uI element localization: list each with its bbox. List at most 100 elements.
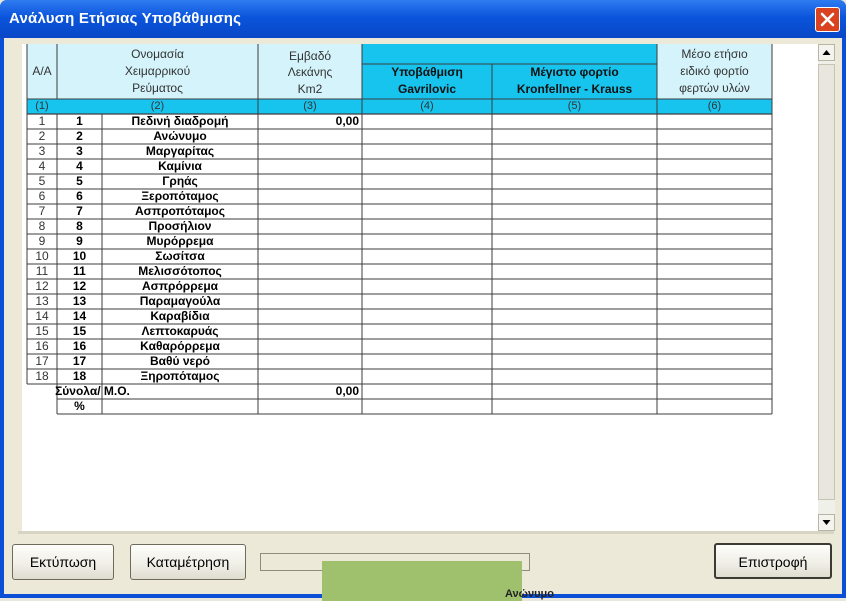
- row-value-cell[interactable]: [362, 324, 492, 339]
- row-value-cell[interactable]: [362, 279, 492, 294]
- row-value-cell[interactable]: [492, 309, 657, 324]
- row-name[interactable]: Καραβίδια: [102, 309, 258, 324]
- row-value-cell[interactable]: [362, 264, 492, 279]
- row-area[interactable]: [258, 249, 359, 264]
- row-value-cell[interactable]: [362, 189, 492, 204]
- row-name[interactable]: Πεδινή διαδρομή: [102, 114, 258, 129]
- spreadsheet-grid[interactable]: Α/Α Ονομασία Χειμαρρικού Ρεύματος Εμβαδό Λεκά…: [22, 44, 818, 532]
- row-value-cell[interactable]: [362, 204, 492, 219]
- row-value-cell[interactable]: [657, 369, 772, 384]
- row-area[interactable]: [258, 174, 359, 189]
- row-area[interactable]: [258, 129, 359, 144]
- row-value-cell[interactable]: [492, 204, 657, 219]
- row-value-cell[interactable]: [492, 159, 657, 174]
- row-value-cell[interactable]: [657, 324, 772, 339]
- scroll-up-button[interactable]: [818, 44, 835, 61]
- row-code[interactable]: 3: [57, 144, 102, 159]
- row-value-cell[interactable]: [657, 144, 772, 159]
- row-value-cell[interactable]: [492, 264, 657, 279]
- row-name[interactable]: Λεπτοκαρυάς: [102, 324, 258, 339]
- row-code[interactable]: 8: [57, 219, 102, 234]
- row-code[interactable]: 7: [57, 204, 102, 219]
- row-code[interactable]: 12: [57, 279, 102, 294]
- row-code[interactable]: 11: [57, 264, 102, 279]
- vertical-scrollbar[interactable]: [818, 44, 835, 532]
- row-name[interactable]: Ξηροπόταμος: [102, 369, 258, 384]
- row-value-cell[interactable]: [657, 264, 772, 279]
- row-value-cell[interactable]: [362, 174, 492, 189]
- row-name[interactable]: Βαθύ νερό: [102, 354, 258, 369]
- row-value-cell[interactable]: [657, 204, 772, 219]
- row-value-cell[interactable]: [657, 339, 772, 354]
- row-name[interactable]: Ξεροπόταμος: [102, 189, 258, 204]
- row-code[interactable]: 13: [57, 294, 102, 309]
- row-area[interactable]: [258, 294, 359, 309]
- row-area[interactable]: [258, 159, 359, 174]
- row-area[interactable]: [258, 309, 359, 324]
- row-value-cell[interactable]: [362, 219, 492, 234]
- row-area[interactable]: [258, 219, 359, 234]
- row-name[interactable]: Μελισσότοπος: [102, 264, 258, 279]
- row-name[interactable]: Προσήλιον: [102, 219, 258, 234]
- row-name[interactable]: Μυρόρρεμα: [102, 234, 258, 249]
- row-name[interactable]: Ασπρόρρεμα: [102, 279, 258, 294]
- print-button[interactable]: Εκτύπωση: [12, 544, 114, 580]
- row-value-cell[interactable]: [492, 189, 657, 204]
- row-code[interactable]: 16: [57, 339, 102, 354]
- row-value-cell[interactable]: [492, 144, 657, 159]
- row-value-cell[interactable]: [657, 279, 772, 294]
- row-name[interactable]: Καθαρόρρεμα: [102, 339, 258, 354]
- row-area[interactable]: [258, 234, 359, 249]
- row-value-cell[interactable]: [657, 234, 772, 249]
- row-value-cell[interactable]: [492, 294, 657, 309]
- return-button[interactable]: Επιστροφή: [714, 543, 832, 579]
- row-value-cell[interactable]: [657, 309, 772, 324]
- row-value-cell[interactable]: [657, 249, 772, 264]
- row-value-cell[interactable]: [492, 174, 657, 189]
- row-area[interactable]: [258, 204, 359, 219]
- row-name[interactable]: Ασπροπόταμος: [102, 204, 258, 219]
- row-name[interactable]: Ανώνυμο: [102, 129, 258, 144]
- row-value-cell[interactable]: [492, 369, 657, 384]
- row-code[interactable]: 15: [57, 324, 102, 339]
- row-value-cell[interactable]: [657, 174, 772, 189]
- row-name[interactable]: Γρηάς: [102, 174, 258, 189]
- row-area[interactable]: [258, 369, 359, 384]
- row-value-cell[interactable]: [362, 114, 492, 129]
- row-value-cell[interactable]: [657, 219, 772, 234]
- row-area[interactable]: [258, 279, 359, 294]
- row-value-cell[interactable]: [657, 294, 772, 309]
- row-value-cell[interactable]: [657, 159, 772, 174]
- scroll-thumb[interactable]: [818, 64, 835, 500]
- row-value-cell[interactable]: [362, 144, 492, 159]
- row-value-cell[interactable]: [492, 234, 657, 249]
- row-area[interactable]: [258, 144, 359, 159]
- row-value-cell[interactable]: [492, 324, 657, 339]
- row-code[interactable]: 18: [57, 369, 102, 384]
- title-bar[interactable]: Ανάλυση Ετήσιας Υποβάθμισης: [0, 0, 846, 38]
- row-value-cell[interactable]: [492, 354, 657, 369]
- row-code[interactable]: 5: [57, 174, 102, 189]
- row-code[interactable]: 9: [57, 234, 102, 249]
- row-area[interactable]: [258, 189, 359, 204]
- count-button[interactable]: Καταμέτρηση: [130, 544, 246, 580]
- row-name[interactable]: Σωσίτσα: [102, 249, 258, 264]
- row-value-cell[interactable]: [657, 189, 772, 204]
- row-code[interactable]: 4: [57, 159, 102, 174]
- row-value-cell[interactable]: [362, 294, 492, 309]
- row-code[interactable]: 14: [57, 309, 102, 324]
- row-name[interactable]: Μαργαρίτας: [102, 144, 258, 159]
- row-value-cell[interactable]: [362, 159, 492, 174]
- row-value-cell[interactable]: [362, 339, 492, 354]
- row-value-cell[interactable]: [362, 234, 492, 249]
- row-area[interactable]: [258, 354, 359, 369]
- scroll-down-button[interactable]: [818, 514, 835, 531]
- close-button[interactable]: [815, 7, 840, 32]
- row-value-cell[interactable]: [362, 249, 492, 264]
- row-code[interactable]: 6: [57, 189, 102, 204]
- row-name[interactable]: Παραμαγούλα: [102, 294, 258, 309]
- row-value-cell[interactable]: [492, 279, 657, 294]
- row-code[interactable]: 2: [57, 129, 102, 144]
- row-code[interactable]: 1: [57, 114, 102, 129]
- row-value-cell[interactable]: [492, 339, 657, 354]
